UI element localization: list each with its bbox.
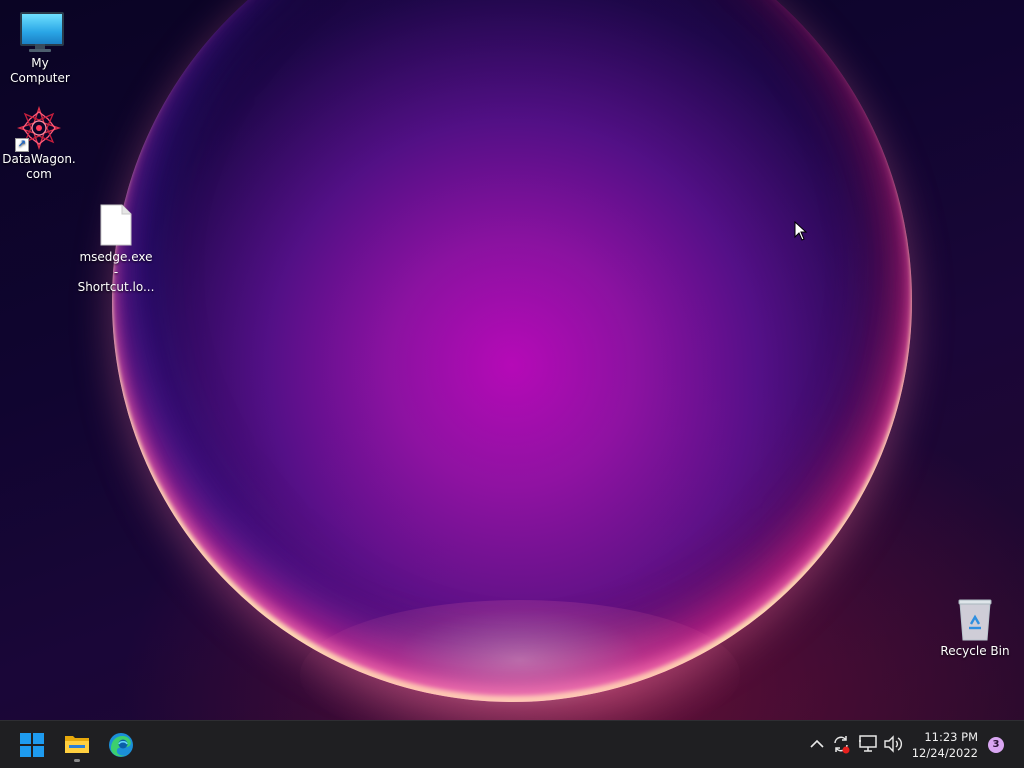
taskbar: 11:23 PM 12/24/2022 3 [0,720,1024,768]
running-indicator [74,759,80,762]
desktop-icon-recycle-bin[interactable]: Recycle Bin [935,598,1015,659]
wallpaper-orb [112,0,912,702]
chevron-up-icon[interactable] [806,733,828,755]
desktop-icon-label: DataWagon.com [2,152,76,181]
starburst-shortcut-icon: ↗ [15,106,63,152]
notification-badge[interactable]: 3 [988,737,1004,753]
blank-file-icon [92,204,140,248]
recycle-bin-icon [951,598,999,642]
clock-time: 11:23 PM [924,730,978,744]
monitor-icon [16,10,64,54]
desktop-icon-datawagon[interactable]: ↗ DataWagon.com [0,106,78,182]
desktop-icon-label: Recycle Bin [940,644,1010,658]
desktop-icon-msedge-shortcut[interactable]: msedge.exe - Shortcut.lo... [76,204,156,295]
taskbar-file-explorer[interactable] [57,727,97,763]
sync-icon[interactable] [830,733,852,755]
shortcut-arrow-icon: ↗ [15,138,29,152]
volume-icon[interactable] [882,733,904,755]
taskbar-edge[interactable] [101,727,141,763]
desktop-icon-my-computer[interactable]: My Computer [0,10,80,86]
desktop-icon-label: msedge.exe - Shortcut.lo... [77,250,155,294]
clock-date: 12/24/2022 [911,746,978,760]
start-button[interactable] [12,727,52,763]
network-icon[interactable] [857,733,879,755]
windows-logo-icon [20,733,44,757]
desktop[interactable]: My Computer ↗ DataWagon.com msedge.exe -… [0,0,1024,768]
edge-icon [109,733,133,757]
taskbar-clock[interactable]: 11:23 PM 12/24/2022 [912,729,978,761]
desktop-icon-label: My Computer [10,56,70,85]
mouse-pointer-icon [794,221,808,241]
folder-icon [65,736,89,753]
